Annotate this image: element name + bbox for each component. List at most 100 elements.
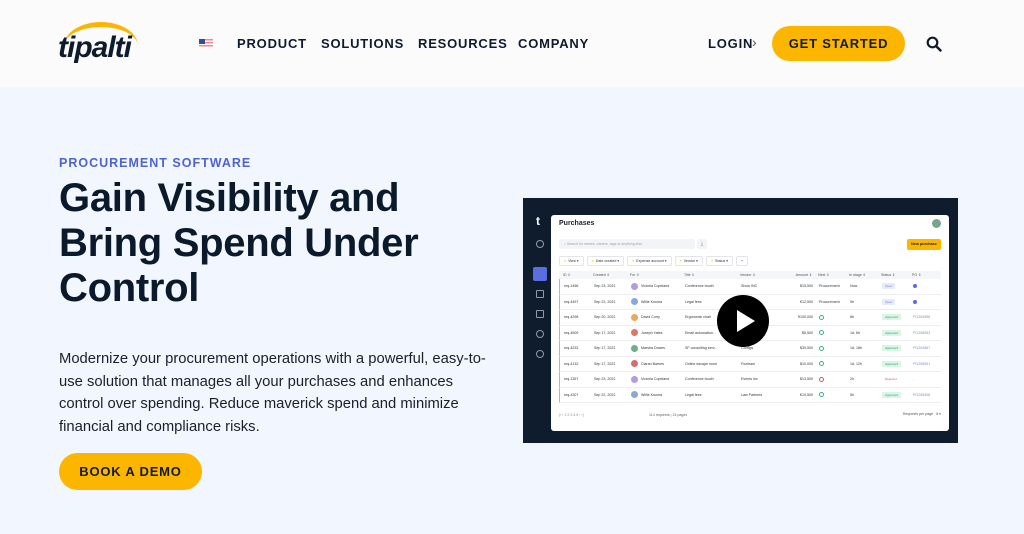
avatar (631, 298, 638, 306)
avatar (631, 344, 638, 352)
cell-in-stage: Now (850, 284, 858, 288)
status-badge: Approved (882, 314, 901, 321)
search-placeholder: Search for names, owners, tags or anythi… (566, 242, 643, 246)
hero-description: Modernize your procurement operations wi… (59, 351, 486, 435)
cell-amount: $39,500 (800, 346, 813, 350)
cell-in-stage: 1d, 6h (850, 330, 860, 335)
chevron-right-icon: › (752, 34, 757, 50)
eyebrow-label: PROCUREMENT SOFTWARE (59, 156, 252, 170)
cell-po: PO258953 (913, 330, 931, 335)
play-button[interactable] (717, 295, 769, 347)
filter-status: ≡ Status ▾ (705, 256, 734, 266)
cell-amount: $5,500 (802, 330, 813, 335)
cell-po: PO254887 (913, 346, 931, 350)
approved-check-icon (819, 345, 824, 351)
avatar (631, 360, 638, 368)
dashboard-icon (536, 240, 544, 248)
filter-expense-account: ≡ Expense account ▾ (627, 256, 672, 266)
search-icon[interactable] (926, 36, 942, 52)
tipalti-logo[interactable]: tipalti (58, 22, 138, 64)
cell-created: Sep 22, 2022 (594, 299, 616, 304)
avatar (631, 282, 638, 290)
cell-in-stage: 8h (850, 315, 854, 319)
cell-created: Sep 23, 2022 (594, 377, 616, 381)
approved-check-icon (819, 314, 824, 320)
cell-for: Willie Kouma (627, 388, 681, 403)
table-row: req-1357 Sep 23, 2022 Victoria Copeland Con… (559, 372, 941, 388)
nav-resources[interactable]: RESOURCES (418, 36, 508, 51)
status-badge: Approved (882, 391, 901, 398)
search-input: ⌕ Search for names, owners, tags or anyt… (559, 239, 695, 249)
status-badge: Open (882, 283, 896, 290)
cell-next: Procurement (819, 299, 840, 304)
new-purchase-button: New purchase (907, 239, 941, 250)
approved-check-icon (819, 330, 824, 336)
cell-vendor: Show INC (741, 284, 758, 288)
cell-po: PO255408 (913, 392, 931, 397)
app-sidebar: t (531, 212, 551, 428)
user-avatar (932, 219, 941, 228)
login-link[interactable]: LOGIN (708, 36, 753, 51)
get-started-button[interactable]: GET STARTED (772, 26, 905, 61)
book-demo-button[interactable]: BOOK A DEMO (59, 453, 202, 490)
us-flag-icon[interactable] (199, 39, 213, 48)
status-badge: Approved (882, 345, 901, 352)
cell-title: Conference booth (685, 377, 714, 381)
pagination-info: 114 requests | 24 pages (649, 413, 688, 417)
col-title: Title ⇕ (684, 273, 695, 277)
cell-status: Approved (878, 388, 909, 403)
table-row: req-4307 Sep 22, 2022 Willie Kouma Legal fe… (559, 387, 941, 403)
nav-product[interactable]: PRODUCT (237, 36, 307, 51)
avatar (631, 329, 638, 337)
nav-company[interactable]: COMPANY (518, 36, 589, 51)
col-amount: Amount ⇕ (795, 273, 812, 277)
purchases-nav-icon (533, 267, 547, 281)
add-filter-button: + (736, 256, 749, 266)
col-next: Next ⇕ (818, 273, 830, 277)
cell-for: Ciaran Barnes (627, 357, 681, 372)
cell-po (909, 279, 941, 294)
table-row: req-1456 Sep 23, 2022 Victoria Copeland Con… (559, 279, 941, 295)
cell-created: Sep 22, 2022 (594, 392, 616, 397)
cell-title: Online escape room (685, 361, 718, 366)
settings-icon (536, 350, 544, 358)
col-vendor: Vendor ⇕ (740, 273, 756, 277)
cell-amount: $10,000 (800, 361, 813, 366)
cell-vendor: Events Inc (741, 377, 758, 381)
filter-date-created: ≡ Date created ▾ (586, 256, 625, 266)
cell-for: Victoria Copeland (627, 279, 681, 294)
table-header: ID ⇕ Created ⇕ For ⇕ Title ⇕ Vendor ⇕ Am… (559, 271, 941, 279)
status-badge: Rejected (882, 376, 900, 383)
cell-po: PO255951 (913, 361, 931, 366)
cell-id: req-1456 (564, 284, 579, 288)
cell-amount: ¥100,000 (798, 315, 813, 319)
cell-created: Sep 17, 2022 (594, 346, 616, 350)
filter-vendor: ≡ Vendor ▾ (674, 256, 703, 266)
cell-created: Sep 23, 2022 (594, 284, 616, 288)
cell-po (909, 295, 941, 310)
col-for: For ⇕ (630, 273, 640, 277)
cell-vendor: Law Partners (741, 392, 763, 397)
filter-view: ≡ View ▾ (559, 256, 584, 266)
cell-amount: €10,500 (800, 392, 813, 397)
cell-for: Willie Kouma (627, 295, 681, 310)
approved-check-icon (819, 361, 824, 367)
cell-title: Conference booth (685, 284, 714, 288)
product-video[interactable]: t Purchases ⌕ Search for names, owners, … (523, 198, 958, 443)
col-status: Status ⇕ (881, 273, 896, 277)
cell-title: Legal fees (685, 392, 702, 397)
cell-next (815, 326, 846, 341)
avatar (631, 375, 638, 383)
inbox-icon (536, 310, 544, 318)
cell-id: req-4509 (564, 330, 579, 335)
cell-status: Open (878, 295, 909, 310)
nav-solutions[interactable]: SOLUTIONS (321, 36, 404, 51)
cell-next (815, 372, 846, 387)
cell-next (815, 388, 846, 403)
cell-in-stage: 5h (850, 392, 854, 397)
cell-for: Marsha Dowes (627, 341, 681, 356)
cell-status: Rejected (878, 372, 909, 387)
col-created: Created ⇕ (593, 273, 610, 277)
cell-amount: $13,500 (800, 377, 813, 381)
document-icon (536, 290, 544, 298)
